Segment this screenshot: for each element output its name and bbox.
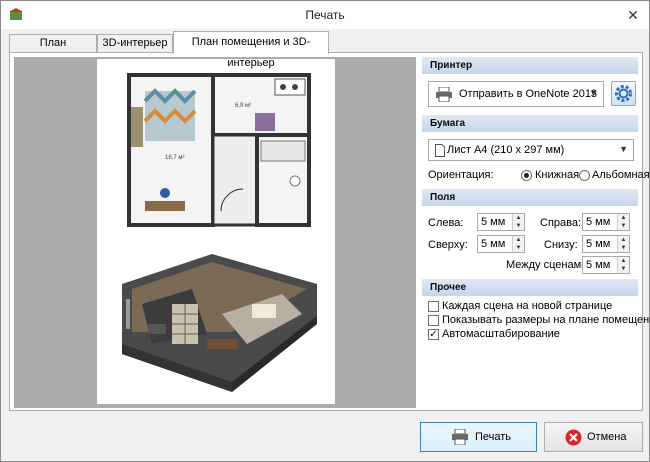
chevron-up-icon[interactable]: ▲ xyxy=(618,236,629,244)
chevron-down-icon[interactable]: ▼ xyxy=(513,244,524,252)
new-page-label[interactable]: Каждая сцена на новой странице xyxy=(442,300,612,312)
room-label-1: 6,9 м² xyxy=(235,103,251,109)
floor-plan-image: 6,9 м² 18,7 м² xyxy=(125,71,315,231)
printer-section-header: Принтер xyxy=(422,57,638,74)
left-margin-label: Слева: xyxy=(428,217,464,229)
printer-icon xyxy=(452,429,468,445)
paper-section-header: Бумага xyxy=(422,115,638,132)
chevron-down-icon: ▼ xyxy=(589,88,598,98)
chevron-down-icon[interactable]: ▼ xyxy=(618,265,629,273)
bottom-margin-stepper[interactable]: 5 мм ▲ ▼ xyxy=(582,235,630,253)
chevron-down-icon[interactable]: ▼ xyxy=(513,222,524,230)
orientation-label: Ориентация: xyxy=(428,169,494,181)
margins-section-header: Поля xyxy=(422,189,638,206)
paper-select[interactable]: Лист A4 (210 x 297 мм) ▼ xyxy=(428,139,634,161)
chevron-down-icon[interactable]: ▼ xyxy=(618,244,629,252)
autoscale-checkbox[interactable]: ✓ xyxy=(428,329,439,340)
room-label-2: 18,7 м² xyxy=(165,155,184,161)
settings-panel: Принтер Отправить в OneNote 2013 ▼ Бумаг… xyxy=(422,57,650,408)
printer-settings-button[interactable] xyxy=(611,81,636,106)
printer-select[interactable]: Отправить в OneNote 2013 ▼ xyxy=(428,81,604,107)
window-title: Печать xyxy=(305,8,345,22)
top-margin-value: 5 мм xyxy=(481,238,506,250)
bottom-margin-value: 5 мм xyxy=(586,238,611,250)
cancel-button[interactable]: Отмена xyxy=(544,422,643,452)
left-margin-value: 5 мм xyxy=(481,216,506,228)
print-preview: 6,9 м² 18,7 м² xyxy=(14,57,416,408)
bottom-margin-label: Снизу: xyxy=(544,239,578,251)
chevron-down-icon[interactable]: ▼ xyxy=(618,222,629,230)
chevron-up-icon[interactable]: ▲ xyxy=(618,257,629,265)
preview-page: 6,9 м² 18,7 м² xyxy=(97,59,335,404)
gear-icon xyxy=(615,85,632,102)
print-dialog: Печать ✕ План помещения 3D-интерьер План… xyxy=(0,0,650,462)
portrait-label[interactable]: Книжная xyxy=(535,169,579,181)
right-margin-stepper[interactable]: 5 мм ▲ ▼ xyxy=(582,213,630,231)
tab-content-panel: 6,9 м² 18,7 м² Принтер Отправить в OneNo… xyxy=(9,52,650,411)
landscape-radio[interactable] xyxy=(579,170,590,181)
other-section-header: Прочее xyxy=(422,279,638,296)
between-scenes-label: Между сценами: xyxy=(506,259,591,271)
paper-value: Лист A4 (210 x 297 мм) xyxy=(447,144,565,156)
close-icon[interactable]: ✕ xyxy=(623,5,643,25)
top-margin-label: Сверху: xyxy=(428,239,468,251)
between-scenes-stepper[interactable]: 5 мм ▲ ▼ xyxy=(582,256,630,274)
show-dimensions-checkbox[interactable] xyxy=(428,315,439,326)
tab-3d-interior[interactable]: 3D-интерьер xyxy=(97,34,173,53)
print-button-label: Печать xyxy=(475,431,512,443)
page-icon xyxy=(435,144,445,157)
autoscale-label[interactable]: Автомасштабирование xyxy=(442,328,560,340)
3d-interior-image xyxy=(122,254,317,392)
printer-icon xyxy=(436,87,452,102)
cancel-icon xyxy=(565,429,582,446)
show-dimensions-label[interactable]: Показывать размеры на плане помещения xyxy=(442,314,650,326)
between-scenes-value: 5 мм xyxy=(586,259,611,271)
chevron-up-icon[interactable]: ▲ xyxy=(513,214,524,222)
right-margin-label: Справа: xyxy=(540,217,582,229)
portrait-radio[interactable] xyxy=(521,170,532,181)
printer-value: Отправить в OneNote 2013 xyxy=(459,88,598,100)
chevron-down-icon: ▼ xyxy=(619,144,628,154)
new-page-checkbox[interactable] xyxy=(428,301,439,312)
right-margin-value: 5 мм xyxy=(586,216,611,228)
print-button[interactable]: Печать xyxy=(420,422,537,452)
left-margin-stepper[interactable]: 5 мм ▲ ▼ xyxy=(477,213,525,231)
cancel-button-label: Отмена xyxy=(587,431,627,443)
top-margin-stepper[interactable]: 5 мм ▲ ▼ xyxy=(477,235,525,253)
tab-plan-and-3d[interactable]: План помещения и 3D-интерьер xyxy=(173,31,329,69)
landscape-label[interactable]: Альбомная xyxy=(592,169,650,181)
tab-floor-plan[interactable]: План помещения xyxy=(9,34,97,66)
chevron-up-icon[interactable]: ▲ xyxy=(618,214,629,222)
chevron-up-icon[interactable]: ▲ xyxy=(513,236,524,244)
title-bar: Печать ✕ xyxy=(1,1,649,29)
